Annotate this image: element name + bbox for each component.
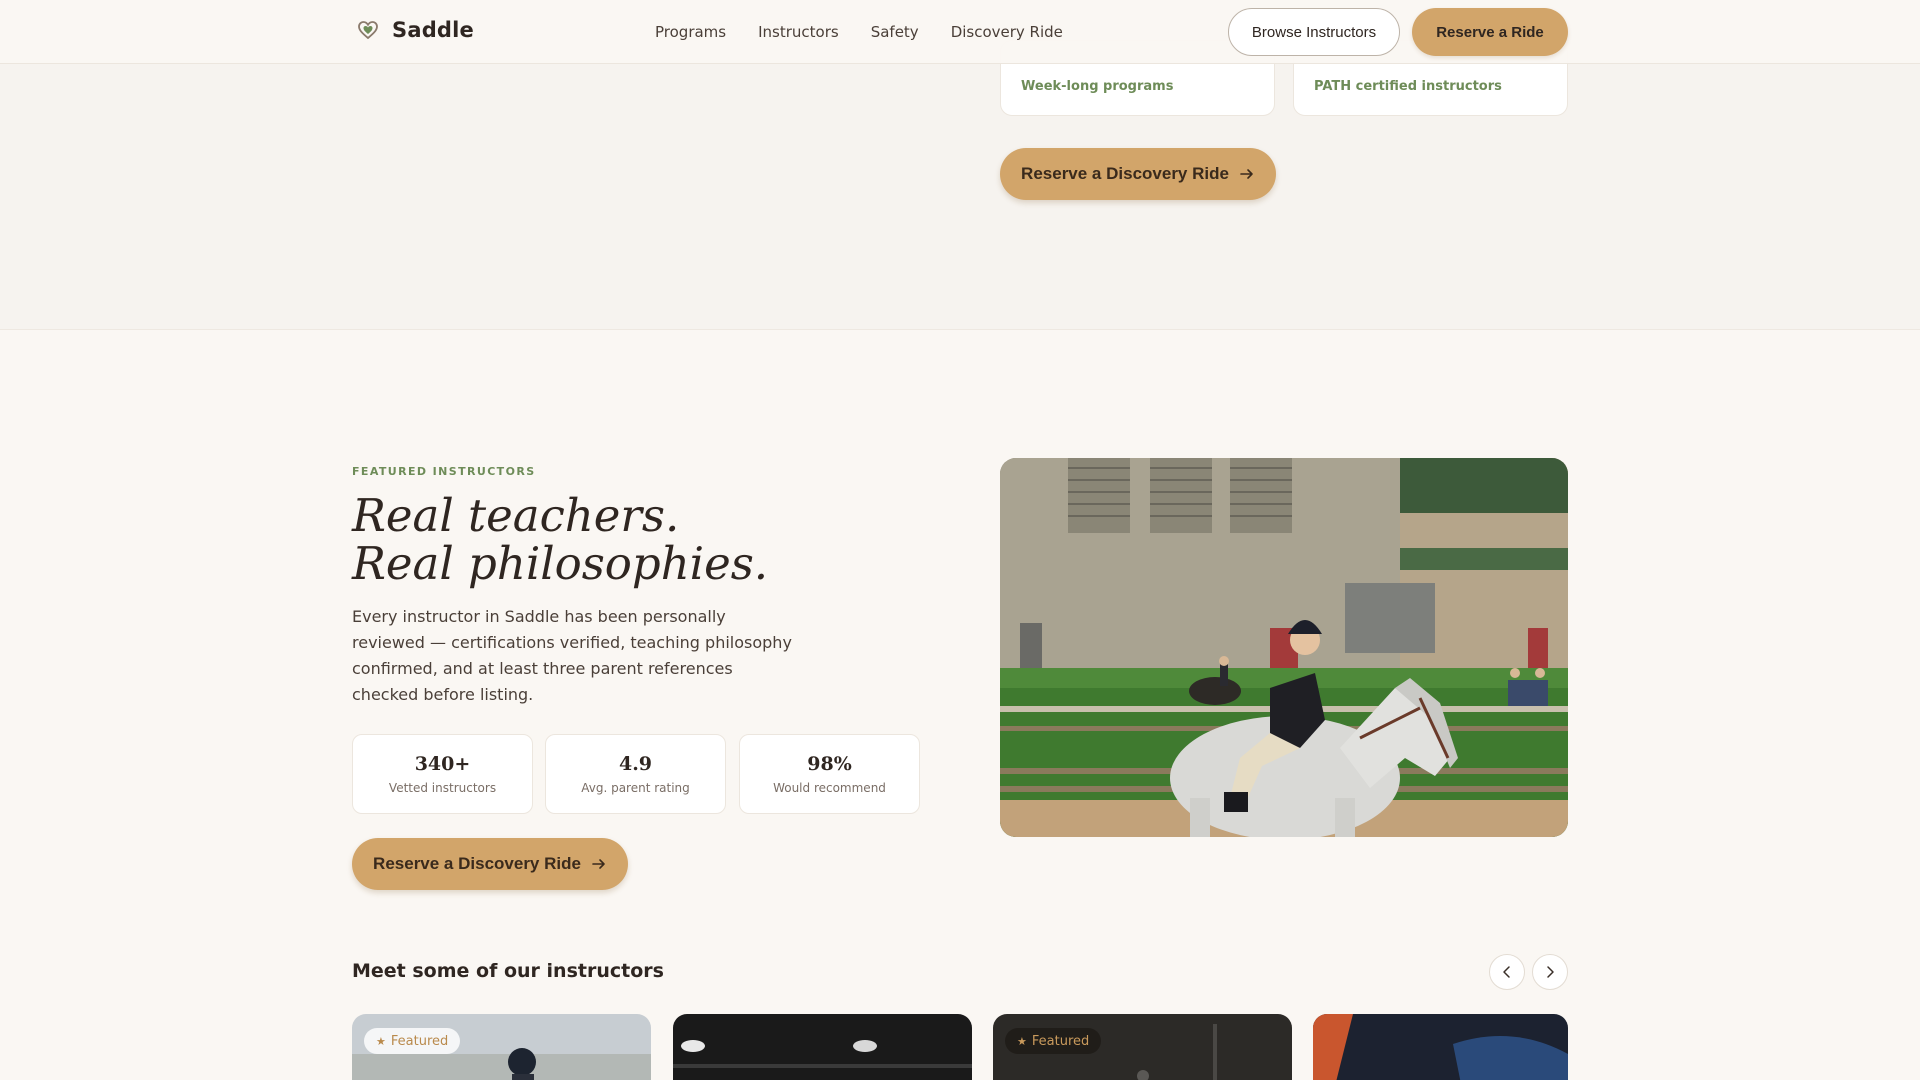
- arrow-right-icon: [592, 859, 605, 869]
- stat-value: 340+: [414, 753, 471, 775]
- instructor-card[interactable]: ★ Featured: [993, 1014, 1292, 1080]
- featured-badge-label: Featured: [390, 1033, 449, 1049]
- instructor-card[interactable]: ★ Featured: [352, 1014, 651, 1080]
- stat-card-recommend: 98% Would recommend: [739, 734, 920, 814]
- carousel-next-button[interactable]: [1532, 954, 1568, 990]
- stat-label: Would recommend: [773, 781, 886, 795]
- stat-card-rating: 4.9 Avg. parent rating: [545, 734, 726, 814]
- nav-item-discovery-ride[interactable]: Discovery Ride: [951, 23, 1063, 41]
- arrow-right-icon: [1240, 169, 1253, 179]
- stat-value: 98%: [807, 753, 852, 775]
- chevron-left-icon: [1503, 966, 1510, 978]
- nav-item-safety[interactable]: Safety: [871, 23, 919, 41]
- reserve-discovery-ride-label: Reserve a Discovery Ride: [373, 854, 581, 873]
- stat-card-instructors: 340+ Vetted instructors: [352, 734, 533, 814]
- stat-label: Vetted instructors: [388, 781, 497, 795]
- featured-badge: ★ Featured: [364, 1028, 461, 1054]
- reserve-discovery-ride-button-top[interactable]: Reserve a Discovery Ride: [1000, 148, 1276, 200]
- reserve-discovery-ride-button[interactable]: Reserve a Discovery Ride: [352, 838, 628, 890]
- stat-label: Avg. parent rating: [581, 781, 690, 795]
- instructor-card-photo: [1313, 1014, 1568, 1080]
- stat-value: 4.9: [618, 753, 653, 775]
- brand-name: Saddle: [392, 18, 475, 42]
- featured-badge: ★ Featured: [1005, 1028, 1102, 1054]
- section-headline: Real teachers. Real philosophies.: [352, 492, 768, 588]
- section-description: Every instructor in Saddle has been pers…: [352, 607, 792, 704]
- section-eyebrow: FEATURED INSTRUCTORS: [352, 465, 536, 478]
- instructor-card[interactable]: [1313, 1014, 1568, 1080]
- program-card-label: Week-long programs: [1021, 79, 1174, 94]
- headline-line-1: Real teachers.: [352, 489, 680, 542]
- browse-instructors-button[interactable]: Browse Instructors: [1228, 8, 1400, 56]
- carousel-prev-button[interactable]: [1489, 954, 1525, 990]
- reserve-discovery-ride-label: Reserve a Discovery Ride: [1021, 164, 1229, 183]
- program-card-label: PATH certified instructors: [1314, 79, 1502, 94]
- chevron-right-icon: [1547, 966, 1554, 978]
- site-header: Saddle Programs Instructors Safety Disco…: [0, 0, 1920, 64]
- nav-item-instructors[interactable]: Instructors: [758, 23, 839, 41]
- featured-badge-label: Featured: [1031, 1033, 1090, 1049]
- instructor-card-photo: [673, 1014, 972, 1080]
- nav-item-programs[interactable]: Programs: [655, 23, 726, 41]
- brand-logo[interactable]: Saddle: [356, 18, 474, 42]
- heart-horseshoe-icon: [358, 21, 378, 40]
- main-nav: Programs Instructors Safety Discovery Ri…: [655, 0, 1063, 64]
- featured-instructor-photo: [1000, 458, 1568, 837]
- instructors-heading: Meet some of our instructors: [352, 960, 664, 982]
- headline-line-2: Real philosophies.: [352, 537, 769, 590]
- instructor-card[interactable]: [673, 1014, 972, 1080]
- reserve-ride-button[interactable]: Reserve a Ride: [1412, 8, 1568, 56]
- star-icon: ★: [1017, 1034, 1027, 1048]
- star-icon: ★: [376, 1034, 386, 1048]
